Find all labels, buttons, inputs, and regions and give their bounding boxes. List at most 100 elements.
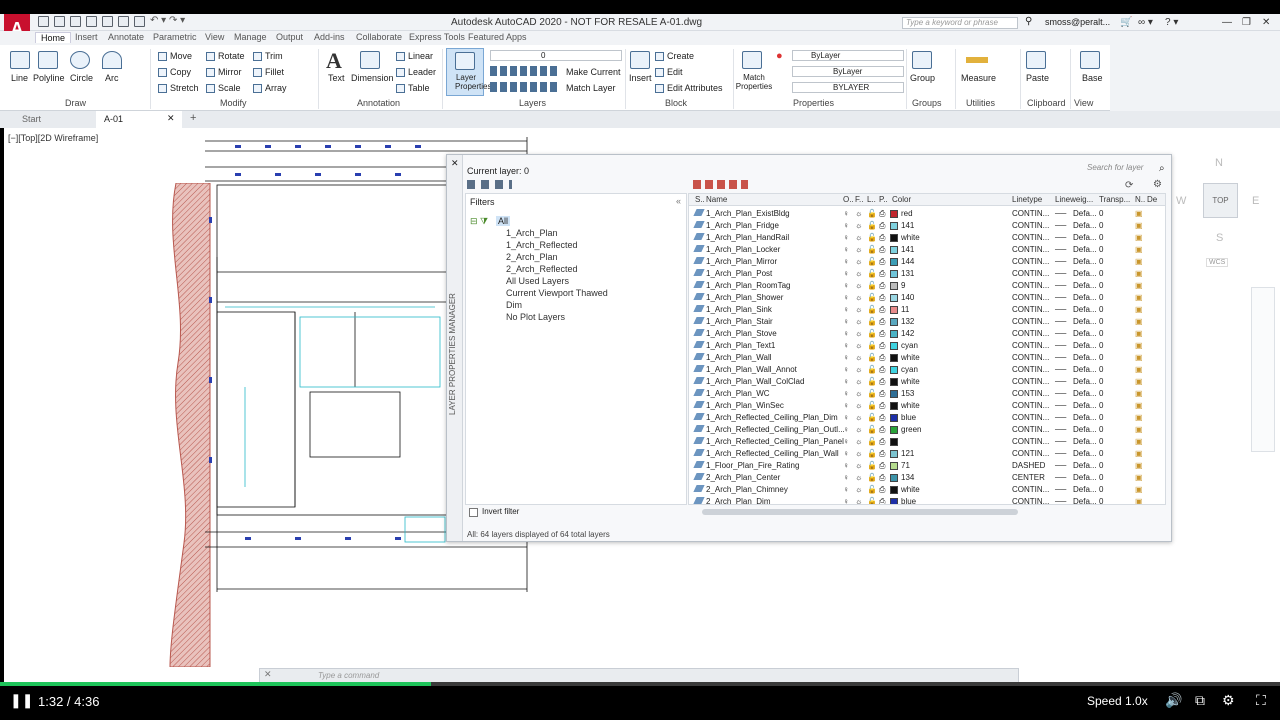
layer-linetype[interactable]: CONTIN... [1012, 233, 1049, 242]
layer-name[interactable]: 2_Arch_Plan_Dim [706, 497, 770, 504]
insert-button[interactable]: Insert [629, 73, 652, 83]
printer-plot-icon[interactable]: ⎙ [879, 209, 885, 219]
sun-freeze-icon[interactable]: ☼ [855, 389, 862, 398]
linear-dropdown[interactable]: Linear [396, 51, 433, 62]
line-button[interactable]: Line [11, 73, 28, 83]
layer-color-name[interactable]: 131 [901, 269, 914, 278]
layer-color-name[interactable]: green [901, 425, 921, 434]
layer-name[interactable]: 2_Arch_Plan_Center [706, 473, 780, 482]
printer-plot-icon[interactable]: ⎙ [879, 413, 885, 423]
layer-name[interactable]: 1_Arch_Plan_Locker [706, 245, 780, 254]
view-group-label[interactable]: View [1074, 98, 1093, 108]
column-on[interactable]: O.. [843, 195, 854, 204]
layer-row[interactable]: 1_Arch_Plan_Locker ♀ ☼ 🔓 ⎙ 141 CONTIN... ── Defa… [689, 244, 1159, 256]
printer-plot-icon[interactable]: ⎙ [879, 461, 885, 471]
layer-linetype[interactable]: CONTIN... [1012, 353, 1049, 362]
settings-gear-icon[interactable]: ⚙ [1222, 692, 1235, 709]
layer-row[interactable]: 1_Arch_Plan_HandRail ♀ ☼ 🔓 ⎙ white CONTIN... ──… [689, 232, 1159, 244]
layer-linetype[interactable]: CONTIN... [1012, 401, 1049, 410]
color-swatch[interactable] [890, 473, 898, 482]
sun-freeze-icon[interactable]: ☼ [855, 401, 862, 410]
layer-lineweight[interactable]: Defa... [1073, 497, 1097, 504]
utilities-group-label[interactable]: Utilities [966, 98, 995, 108]
copy-button[interactable]: Copy [158, 67, 191, 78]
layer-lineweight[interactable]: Defa... [1073, 245, 1097, 254]
lightbulb-icon[interactable]: ♀ [843, 209, 849, 218]
color-swatch[interactable] [890, 281, 898, 290]
new-vp-freeze-icon[interactable]: ▣ [1135, 305, 1143, 314]
layer-row[interactable]: 1_Arch_Plan_Fridge ♀ ☼ 🔓 ⎙ 141 CONTIN... ── Defa… [689, 220, 1159, 232]
lock-icon[interactable]: 🔓 [867, 377, 877, 386]
layer-row[interactable]: 1_Arch_Plan_Mirror ♀ ☼ 🔓 ⎙ 144 CONTIN... ── Defa… [689, 256, 1159, 268]
sun-freeze-icon[interactable]: ☼ [855, 341, 862, 350]
tab-manage[interactable]: Manage [234, 32, 267, 42]
close-tab-icon[interactable]: ✕ [167, 113, 175, 124]
layer-status-icon[interactable] [693, 305, 705, 314]
layer-status-icon[interactable] [693, 209, 705, 218]
color-dropdown[interactable]: ByLayer [792, 50, 904, 61]
color-swatch[interactable] [890, 305, 898, 314]
layer-row[interactable]: 1_Arch_Reflected_Ceiling_Plan_Outl... ♀ ☼ 🔓… [689, 424, 1159, 436]
layer-lineweight[interactable]: Defa... [1073, 425, 1097, 434]
sun-freeze-icon[interactable]: ☼ [855, 425, 862, 434]
layer-transparency[interactable]: 0 [1099, 281, 1103, 290]
rotate-button[interactable]: Rotate [206, 51, 245, 62]
layer-color-name[interactable]: 11 [901, 305, 909, 314]
viewcube-east[interactable]: E [1252, 195, 1259, 207]
layer-status-icon[interactable] [693, 449, 705, 458]
lock-icon[interactable]: 🔓 [867, 245, 877, 254]
plot-icon[interactable] [102, 16, 113, 27]
layer-name[interactable]: 1_Arch_Plan_ExistBldg [706, 209, 790, 218]
volume-icon[interactable]: 🔊 [1165, 692, 1182, 709]
palette-close-icon[interactable]: ✕ [451, 158, 459, 169]
layer-name[interactable]: 1_Arch_Plan_Fridge [706, 221, 779, 230]
color-swatch[interactable] [890, 497, 898, 504]
cart-icon[interactable]: 🛒 [1120, 17, 1132, 28]
printer-plot-icon[interactable]: ⎙ [879, 497, 885, 504]
layer-lineweight[interactable]: Defa... [1073, 341, 1097, 350]
sun-freeze-icon[interactable]: ☼ [855, 413, 862, 422]
column-linetype[interactable]: Linetype [1012, 195, 1042, 204]
lock-icon[interactable]: 🔓 [867, 473, 877, 482]
layer-transparency[interactable]: 0 [1099, 245, 1103, 254]
layer-row[interactable]: 1_Arch_Plan_Wall_ColClad ♀ ☼ 🔓 ⎙ white CONTIN.… [689, 376, 1159, 388]
layer-row[interactable]: 1_Arch_Plan_Text1 ♀ ☼ 🔓 ⎙ cyan CONTIN... ── Defa… [689, 340, 1159, 352]
layer-name[interactable]: 1_Floor_Plan_Fire_Rating [706, 461, 799, 470]
filter-all[interactable]: All [496, 216, 511, 226]
layer-status-icon[interactable] [693, 425, 705, 434]
layer-status-icon[interactable] [693, 341, 705, 350]
lock-icon[interactable]: 🔓 [867, 425, 877, 434]
printer-plot-icon[interactable]: ⎙ [879, 449, 885, 459]
layer-name[interactable]: 1_Arch_Plan_Post [706, 269, 772, 278]
arc-button[interactable]: Arc [105, 73, 119, 83]
tab-annotate[interactable]: Annotate [108, 32, 144, 42]
printer-plot-icon[interactable]: ⎙ [879, 401, 885, 411]
new-vp-freeze-icon[interactable]: ▣ [1135, 329, 1143, 338]
column-transparency[interactable]: Transp... [1099, 195, 1130, 204]
layer-linetype[interactable]: CONTIN... [1012, 449, 1049, 458]
layer-color-name[interactable]: 142 [901, 329, 914, 338]
filter-1-arch-plan[interactable]: 1_Arch_Plan [506, 228, 558, 238]
printer-plot-icon[interactable]: ⎙ [879, 329, 885, 339]
picture-in-picture-icon[interactable]: ⧉ [1195, 692, 1205, 709]
start-tab[interactable]: Start [14, 111, 94, 128]
color-swatch[interactable] [890, 209, 898, 218]
layer-name[interactable]: 1_Arch_Plan_Shower [706, 293, 783, 302]
stretch-button[interactable]: Stretch [158, 83, 199, 94]
layer-color-name[interactable]: 9 [901, 281, 905, 290]
layer-row[interactable]: 2_Arch_Plan_Center ♀ ☼ 🔓 ⎙ 134 CENTER ── Defa...… [689, 472, 1159, 484]
tab-insert[interactable]: Insert [75, 32, 98, 42]
layer-transparency[interactable]: 0 [1099, 437, 1103, 446]
settings-icon[interactable]: ⚙ [1153, 179, 1162, 190]
layer-color-name[interactable]: 71 [901, 461, 910, 470]
lock-icon[interactable]: 🔓 [867, 305, 877, 314]
sun-freeze-icon[interactable]: ☼ [855, 269, 862, 278]
lightbulb-icon[interactable]: ♀ [843, 449, 849, 458]
filter-2-arch-reflected[interactable]: 2_Arch_Reflected [506, 264, 578, 274]
layer-status-icon[interactable] [693, 317, 705, 326]
layer-row[interactable]: 1_Arch_Plan_ExistBldg ♀ ☼ 🔓 ⎙ red CONTIN... ── D… [689, 208, 1159, 220]
layer-tools-icon-row-2[interactable] [490, 82, 560, 92]
lightbulb-icon[interactable]: ♀ [843, 401, 849, 410]
layer-search-input[interactable]: Search for layer [1087, 163, 1143, 172]
layer-name[interactable]: 1_Arch_Plan_Sink [706, 305, 772, 314]
